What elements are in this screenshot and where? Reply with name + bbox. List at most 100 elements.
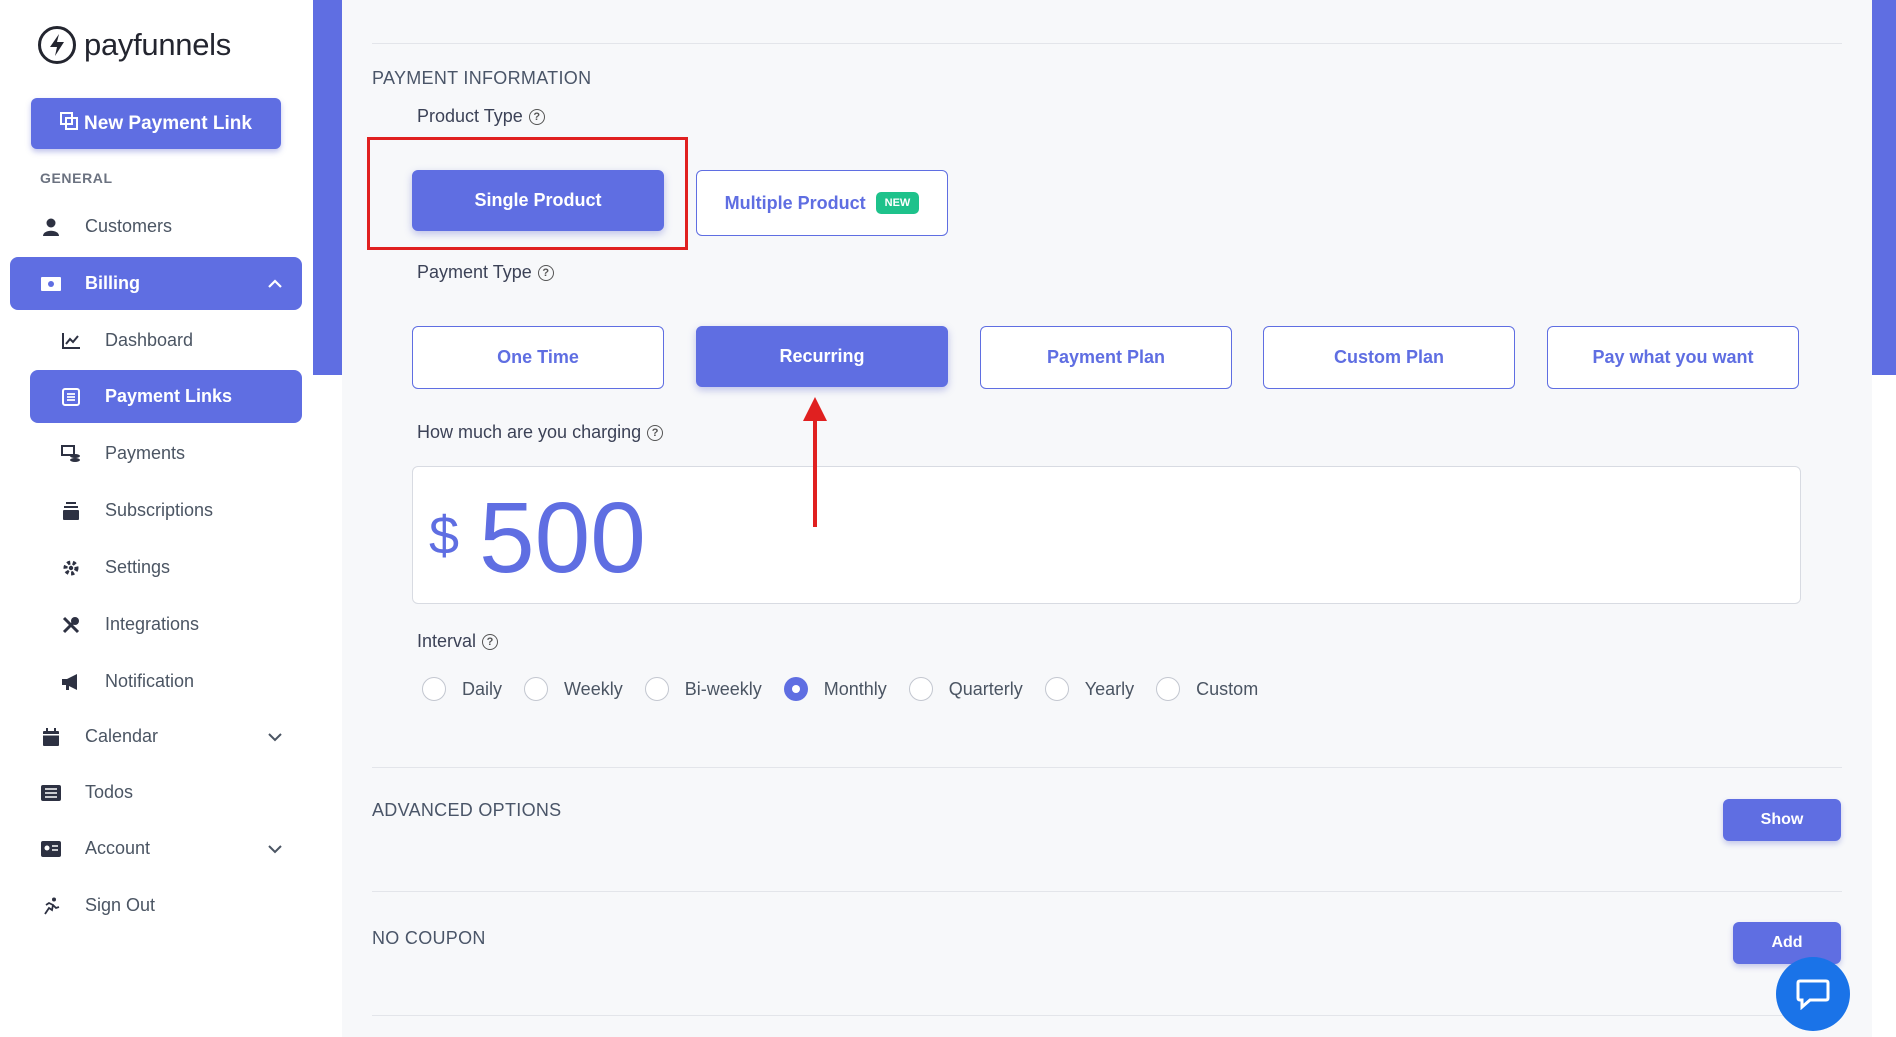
brand-name: payfunnels	[84, 27, 231, 62]
header-band-left	[313, 0, 342, 375]
sidebar-item-subscriptions[interactable]: Subscriptions	[30, 484, 302, 537]
radio-circle[interactable]	[422, 677, 446, 701]
interval-label: Interval ?	[417, 631, 499, 652]
radio-label: Monthly	[823, 678, 887, 699]
show-advanced-button[interactable]: Show	[1723, 799, 1841, 841]
advanced-options-title: ADVANCED OPTIONS	[372, 800, 562, 820]
payment-type-recurring[interactable]: Recurring	[696, 326, 948, 387]
radio-circle[interactable]	[644, 677, 669, 701]
payment-type-payment-plan[interactable]: Payment Plan	[980, 326, 1232, 389]
link-list-icon	[60, 386, 82, 408]
payment-type-pay-what-you-want[interactable]: Pay what you want	[1547, 326, 1799, 389]
radio-circle[interactable]	[1156, 677, 1181, 701]
sidebar-item-sign-out[interactable]: Sign Out	[10, 879, 302, 932]
interval-daily[interactable]: Daily	[422, 677, 502, 701]
sidebar-item-label: Calendar	[85, 726, 159, 746]
add-coupon-button[interactable]: Add	[1733, 922, 1841, 964]
divider	[372, 43, 1842, 44]
help-icon[interactable]: ?	[482, 633, 499, 650]
interval-radio-group: Daily Weekly Bi-weekly Monthly Quarterly…	[422, 677, 1280, 701]
sidebar-item-label: Subscriptions	[105, 500, 214, 520]
radio-circle[interactable]	[1044, 677, 1069, 701]
new-link-icon	[60, 111, 79, 136]
sidebar-item-notification[interactable]: Notification	[30, 655, 302, 708]
amount-value: 500	[479, 482, 646, 594]
coupon-title: NO COUPON	[372, 928, 486, 948]
interval-yearly[interactable]: Yearly	[1044, 677, 1135, 701]
payments-icon	[60, 443, 82, 465]
product-type-multiple-label: Multiple Product	[724, 192, 866, 213]
lightning-icon	[38, 26, 76, 64]
sidebar-item-label: Sign Out	[85, 895, 156, 915]
interval-quarterly[interactable]: Quarterly	[908, 677, 1023, 701]
sidebar-item-billing[interactable]: Billing	[10, 257, 302, 310]
sidebar-item-payments[interactable]: Payments	[30, 427, 302, 480]
sidebar-item-label: Account	[85, 838, 151, 858]
payment-type-label-text: Pay what you want	[1592, 347, 1754, 367]
radio-circle-checked[interactable]	[783, 677, 808, 701]
payment-type-one-time[interactable]: One Time	[412, 326, 664, 389]
chat-support-button[interactable]	[1776, 957, 1850, 1031]
charging-text: How much are you charging	[417, 422, 642, 442]
sidebar-item-customers[interactable]: Customers	[10, 200, 302, 253]
chevron-up-icon	[268, 278, 282, 288]
list-icon	[40, 782, 62, 804]
chat-bubble-icon	[1796, 979, 1830, 1010]
sidebar-item-settings[interactable]: Settings	[30, 541, 302, 594]
interval-custom[interactable]: Custom	[1156, 677, 1258, 701]
radio-circle[interactable]	[908, 677, 933, 701]
radio-label: Yearly	[1084, 678, 1135, 699]
radio-circle[interactable]	[524, 677, 549, 701]
radio-label: Bi-weekly	[684, 678, 762, 699]
sidebar-item-label: Settings	[105, 557, 171, 577]
product-type-label: Product Type ?	[417, 106, 545, 127]
help-icon[interactable]: ?	[537, 264, 554, 281]
tools-icon	[60, 614, 82, 636]
sidebar-item-dashboard[interactable]: Dashboard	[30, 314, 302, 367]
sidebar-item-label: Notification	[105, 671, 195, 691]
megaphone-icon	[60, 671, 82, 693]
divider	[372, 1015, 1842, 1016]
new-payment-link-button[interactable]: New Payment Link	[31, 98, 281, 149]
sidebar-item-account[interactable]: Account	[10, 822, 302, 875]
charging-label: How much are you charging ?	[417, 422, 664, 443]
sidebar: payfunnels New Payment Link GENERAL Cust…	[0, 0, 313, 1037]
new-badge: NEW	[875, 192, 920, 214]
payment-type-label-text: Recurring	[779, 346, 865, 366]
product-type-multiple[interactable]: Multiple Product NEW	[696, 170, 948, 236]
chevron-down-icon	[268, 732, 282, 741]
chevron-down-icon	[268, 844, 282, 853]
gear-icon	[60, 557, 82, 579]
sidebar-item-integrations[interactable]: Integrations	[30, 598, 302, 651]
sidebar-item-label: Payment Links	[105, 386, 233, 406]
id-card-icon	[40, 838, 62, 860]
payment-information-title: PAYMENT INFORMATION	[372, 68, 592, 88]
payment-type-text: Payment Type	[417, 262, 532, 282]
sidebar-item-label: Billing	[85, 273, 140, 293]
user-icon	[40, 216, 62, 238]
highlight-box	[367, 137, 688, 250]
running-icon	[40, 895, 62, 917]
sidebar-item-todos[interactable]: Todos	[10, 766, 302, 819]
payment-type-custom-plan[interactable]: Custom Plan	[1263, 326, 1515, 389]
new-payment-link-label: New Payment Link	[84, 112, 252, 134]
help-icon[interactable]: ?	[528, 108, 545, 125]
sidebar-item-payment-links[interactable]: Payment Links	[30, 370, 302, 423]
subscriptions-icon	[60, 500, 82, 522]
interval-weekly[interactable]: Weekly	[524, 677, 623, 701]
logo[interactable]: payfunnels	[38, 26, 231, 64]
section-label-general: GENERAL	[40, 170, 113, 186]
chart-line-icon	[60, 330, 82, 352]
payment-type-label: Payment Type ?	[417, 262, 554, 283]
sidebar-item-label: Integrations	[105, 614, 200, 634]
amount-input[interactable]: $ 500	[412, 466, 1801, 604]
interval-monthly[interactable]: Monthly	[783, 677, 887, 701]
radio-label: Daily	[462, 678, 503, 699]
radio-label: Quarterly	[948, 678, 1023, 699]
sidebar-item-calendar[interactable]: Calendar	[10, 710, 302, 763]
help-icon[interactable]: ?	[647, 424, 664, 441]
sidebar-item-label: Payments	[105, 443, 186, 463]
divider	[372, 891, 1842, 892]
header-band-right	[1872, 0, 1896, 375]
interval-bi-weekly[interactable]: Bi-weekly	[644, 677, 762, 701]
